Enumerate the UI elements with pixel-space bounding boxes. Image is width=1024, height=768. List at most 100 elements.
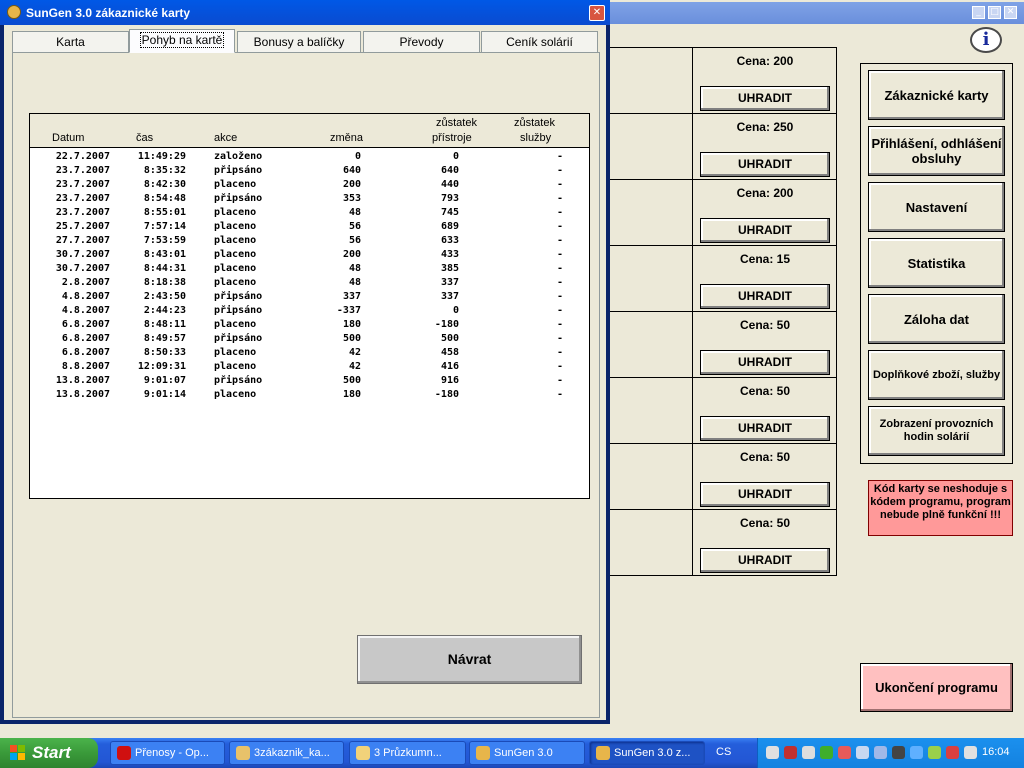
menu-button-2[interactable]: Nastavení [868, 182, 1005, 232]
menu-button-6[interactable]: Zobrazení provozních hodin solárií [868, 406, 1005, 456]
cell-service: - [556, 333, 563, 344]
exit-program-button[interactable]: Ukončení programu [860, 663, 1013, 712]
cell-time: 7:57:14 [143, 221, 186, 232]
menu-button-5[interactable]: Doplňkové zboží, služby [868, 350, 1005, 400]
taskbar-task[interactable]: Přenosy - Op... [110, 741, 225, 765]
price-label: Cena: 50 [739, 450, 791, 464]
security-icon[interactable] [838, 746, 851, 759]
pay-button[interactable]: UHRADIT [700, 416, 830, 441]
cell-device: 440 [440, 179, 459, 190]
table-row[interactable]: 22.7.2007 11:49:29 založeno 0 0 - [30, 150, 589, 164]
printer-icon[interactable] [802, 746, 815, 759]
volume-icon[interactable] [964, 746, 977, 759]
pay-button[interactable]: UHRADIT [700, 548, 830, 573]
menu-button-3[interactable]: Statistika [868, 238, 1005, 288]
table-row[interactable]: 6.8.2007 8:49:57 připsáno 500 500 - [30, 332, 589, 346]
minimize-button[interactable]: _ [972, 6, 985, 19]
table-row[interactable]: 23.7.2007 8:54:48 připsáno 353 793 - [30, 192, 589, 206]
table-row[interactable]: 6.8.2007 8:50:33 placeno 42 458 - [30, 346, 589, 360]
dialog-close-button[interactable]: ✕ [589, 5, 605, 21]
display-icon[interactable] [856, 746, 869, 759]
tab-1[interactable]: Pohyb na kartě [129, 29, 235, 53]
cell-service: - [556, 389, 563, 400]
table-row[interactable]: 23.7.2007 8:55:01 placeno 48 745 - [30, 206, 589, 220]
maximize-icon: □ [990, 7, 999, 17]
table-row[interactable]: 30.7.2007 8:44:31 placeno 48 385 - [30, 262, 589, 276]
media-icon[interactable] [892, 746, 905, 759]
tab-3[interactable]: Převody [363, 31, 480, 52]
minimize-icon: _ [976, 7, 981, 17]
maximize-button[interactable]: □ [988, 6, 1001, 19]
close-button[interactable]: ✕ [1004, 6, 1017, 19]
taskbar-task[interactable]: 3zákaznik_ka... [229, 741, 344, 765]
cell-time: 8:50:33 [143, 347, 186, 358]
clock[interactable]: 16:04 [982, 746, 1010, 758]
cell-date: 23.7.2007 [55, 165, 110, 176]
table-row[interactable]: 25.7.2007 7:57:14 placeno 56 689 - [30, 220, 589, 234]
pay-button[interactable]: UHRADIT [700, 218, 830, 243]
messenger-icon[interactable] [874, 746, 887, 759]
cell-change: 56 [348, 235, 361, 246]
price-label: Cena: 15 [739, 252, 791, 266]
network-icon[interactable] [766, 746, 779, 759]
pay-button[interactable]: UHRADIT [700, 284, 830, 309]
table-row[interactable]: 2.8.2007 8:18:38 placeno 48 337 - [30, 276, 589, 290]
antivirus-icon[interactable] [784, 746, 797, 759]
tab-2[interactable]: Bonusy a balíčky [237, 31, 361, 52]
table-row[interactable]: 6.8.2007 8:48:11 placeno 180 -180 - [30, 318, 589, 332]
update-icon[interactable] [946, 746, 959, 759]
table-row[interactable]: 27.7.2007 7:53:59 placeno 56 633 - [30, 234, 589, 248]
back-button[interactable]: Návrat [357, 635, 582, 684]
cell-change: 640 [342, 165, 361, 176]
clover-icon[interactable] [820, 746, 833, 759]
menu-button-1[interactable]: Přihlášení, odhlášení obsluhy [868, 126, 1005, 176]
cell-change: 353 [342, 193, 361, 204]
table-row[interactable]: 30.7.2007 8:43:01 placeno 200 433 - [30, 248, 589, 262]
tab-0[interactable]: Karta [12, 31, 129, 52]
price-row-spacer [607, 180, 693, 246]
power-icon[interactable] [928, 746, 941, 759]
table-row[interactable]: 23.7.2007 8:35:32 připsáno 640 640 - [30, 164, 589, 178]
pay-button[interactable]: UHRADIT [700, 350, 830, 375]
cell-time: 8:54:48 [143, 193, 186, 204]
cell-action: připsáno [214, 291, 263, 302]
info-icon[interactable]: i [970, 27, 1002, 53]
table-row[interactable]: 23.7.2007 8:42:30 placeno 200 440 - [30, 178, 589, 192]
cell-time: 11:49:29 [137, 151, 186, 162]
main-menu: Zákaznické karty Přihlášení, odhlášení ob… [860, 63, 1013, 464]
table-row[interactable]: 13.8.2007 9:01:14 placeno 180 -180 - [30, 388, 589, 402]
cell-device: 640 [440, 165, 459, 176]
cell-device: -180 [434, 389, 459, 400]
start-button[interactable]: Start [0, 738, 98, 768]
price-cell: Cena: 50 UHRADIT [693, 312, 837, 378]
taskbar-task[interactable]: SunGen 3.0 z... [589, 741, 705, 765]
cell-action: placeno [214, 389, 257, 400]
pay-button[interactable]: UHRADIT [700, 482, 830, 507]
cell-action: připsáno [214, 333, 263, 344]
language-indicator[interactable]: CS [716, 746, 731, 758]
cell-change: 56 [348, 221, 361, 232]
table-row[interactable]: 4.8.2007 2:44:23 připsáno -337 0 - [30, 304, 589, 318]
cell-date: 23.7.2007 [55, 179, 110, 190]
cell-service: - [556, 375, 563, 386]
menu-button-4[interactable]: Záloha dat [868, 294, 1005, 344]
cell-service: - [556, 249, 563, 260]
table-row[interactable]: 8.8.2007 12:09:31 placeno 42 416 - [30, 360, 589, 374]
cell-service: - [556, 221, 563, 232]
col-change: změna [330, 132, 364, 144]
cell-device: 458 [440, 347, 459, 358]
cell-action: připsáno [214, 375, 263, 386]
taskbar-task[interactable]: 3 Průzkumn... [349, 741, 466, 765]
pay-button[interactable]: UHRADIT [700, 152, 830, 177]
menu-button-0[interactable]: Zákaznické karty [868, 70, 1005, 120]
pay-button[interactable]: UHRADIT [700, 86, 830, 111]
bluetooth-icon[interactable] [910, 746, 923, 759]
col-service-balance-line1: zůstatek [514, 117, 555, 129]
cell-service: - [556, 263, 563, 274]
cell-time: 8:42:30 [143, 179, 186, 190]
tab-4[interactable]: Ceník solárií [481, 31, 598, 52]
table-row[interactable]: 13.8.2007 9:01:07 připsáno 500 916 - [30, 374, 589, 388]
table-row[interactable]: 4.8.2007 2:43:50 připsáno 337 337 - [30, 290, 589, 304]
taskbar-task[interactable]: SunGen 3.0 [469, 741, 585, 765]
cell-action: placeno [214, 235, 257, 246]
